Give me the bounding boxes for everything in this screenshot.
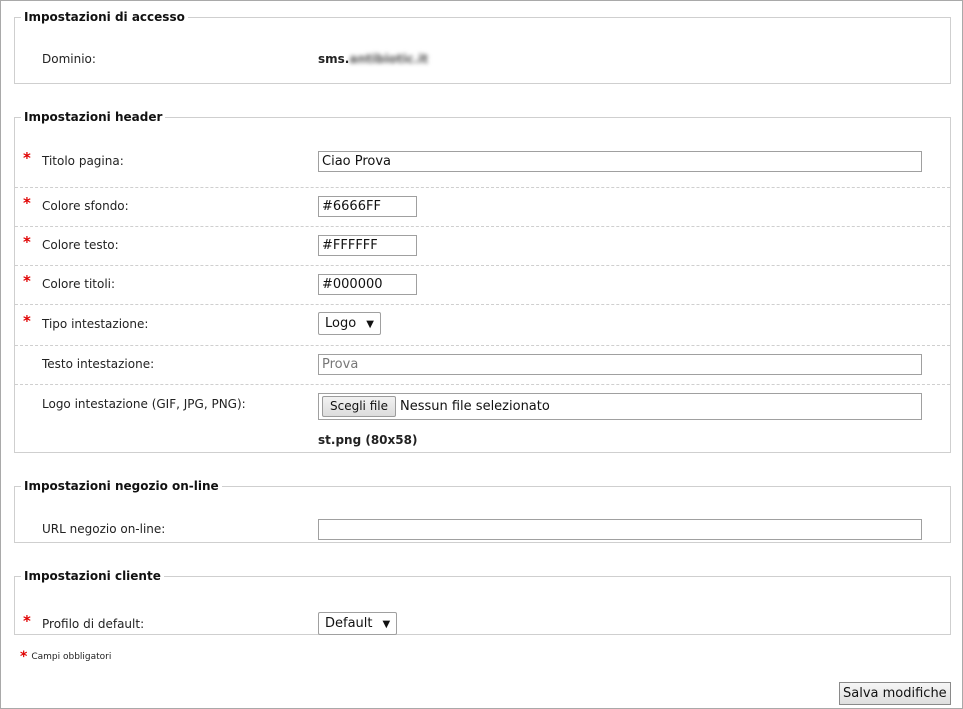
header-type-select[interactable]: Logo ▼	[318, 312, 381, 335]
header-type-selected: Logo	[325, 316, 357, 331]
text-color-label: Colore testo:	[42, 238, 119, 252]
choose-file-button[interactable]: Scegli file	[322, 396, 396, 417]
chevron-down-icon: ▼	[366, 319, 374, 330]
page-title-label: Titolo pagina:	[42, 154, 124, 168]
page-title-row: * Titolo pagina: Ciao Prova	[15, 140, 950, 188]
text-color-row: * Colore testo: #FFFFFF	[15, 227, 950, 266]
client-settings-legend: Impostazioni cliente	[24, 569, 161, 583]
domain-label: Dominio:	[42, 52, 96, 66]
required-fields-note: * Campi obbligatori	[20, 649, 111, 665]
current-logo-file: st.png (80x58)	[318, 433, 418, 447]
required-marker: *	[23, 194, 31, 212]
header-type-label: Tipo intestazione:	[42, 317, 149, 331]
header-logo-row: Logo intestazione (GIF, JPG, PNG): Scegl…	[15, 385, 950, 455]
header-text-input[interactable]: Prova	[318, 354, 922, 375]
default-profile-row: * Profilo di default: Default ▼	[15, 601, 950, 641]
required-marker: *	[23, 612, 31, 630]
text-color-input[interactable]: #FFFFFF	[318, 235, 417, 256]
bg-color-label: Colore sfondo:	[42, 199, 129, 213]
shop-settings-legend: Impostazioni negozio on-line	[24, 479, 219, 493]
shop-settings-section: Impostazioni negozio on-line URL negozio…	[14, 479, 951, 543]
titles-color-input[interactable]: #000000	[318, 274, 417, 295]
required-marker: *	[23, 272, 31, 290]
shop-url-label: URL negozio on-line:	[42, 522, 166, 536]
default-profile-select[interactable]: Default ▼	[318, 612, 398, 635]
access-settings-legend: Impostazioni di accesso	[24, 10, 185, 24]
chevron-down-icon: ▼	[382, 619, 391, 630]
save-changes-button[interactable]: Salva modifiche	[839, 682, 951, 705]
header-text-label: Testo intestazione:	[42, 357, 155, 371]
header-settings-section: Impostazioni header * Titolo pagina: Cia…	[14, 110, 951, 453]
titles-color-row: * Colore titoli: #000000	[15, 266, 950, 305]
shop-url-input[interactable]	[318, 519, 922, 540]
header-type-row: * Tipo intestazione: Logo ▼	[15, 305, 950, 346]
default-profile-label: Profilo di default:	[42, 617, 145, 631]
header-logo-label: Logo intestazione (GIF, JPG, PNG):	[42, 397, 246, 411]
required-fields-note-text: Campi obbligatori	[31, 652, 112, 662]
required-marker: *	[20, 649, 28, 665]
file-status-text: Nessun file selezionato	[399, 399, 550, 414]
header-text-row: Testo intestazione: Prova	[15, 346, 950, 385]
domain-value-redacted: antibiotic.it	[349, 52, 429, 66]
domain-row: Dominio: sms.antibiotic.it	[15, 50, 950, 70]
page-title-input[interactable]: Ciao Prova	[318, 151, 922, 172]
required-marker: *	[23, 149, 31, 167]
bg-color-row: * Colore sfondo: #6666FF	[15, 188, 950, 227]
settings-panel: Impostazioni di accesso Dominio: sms.ant…	[0, 0, 963, 709]
required-marker: *	[23, 233, 31, 251]
access-settings-section: Impostazioni di accesso Dominio: sms.ant…	[14, 10, 951, 84]
shop-url-row: URL negozio on-line:	[15, 511, 950, 549]
required-marker: *	[23, 312, 31, 330]
domain-value: sms.antibiotic.it	[318, 52, 428, 66]
header-logo-file-input[interactable]: Scegli file Nessun file selezionato	[318, 393, 922, 420]
default-profile-selected: Default	[325, 616, 373, 631]
header-settings-legend: Impostazioni header	[24, 110, 163, 124]
titles-color-label: Colore titoli:	[42, 277, 116, 291]
client-settings-section: Impostazioni cliente * Profilo di defaul…	[14, 569, 951, 635]
bg-color-input[interactable]: #6666FF	[318, 196, 417, 217]
domain-value-prefix: sms.	[318, 52, 350, 66]
